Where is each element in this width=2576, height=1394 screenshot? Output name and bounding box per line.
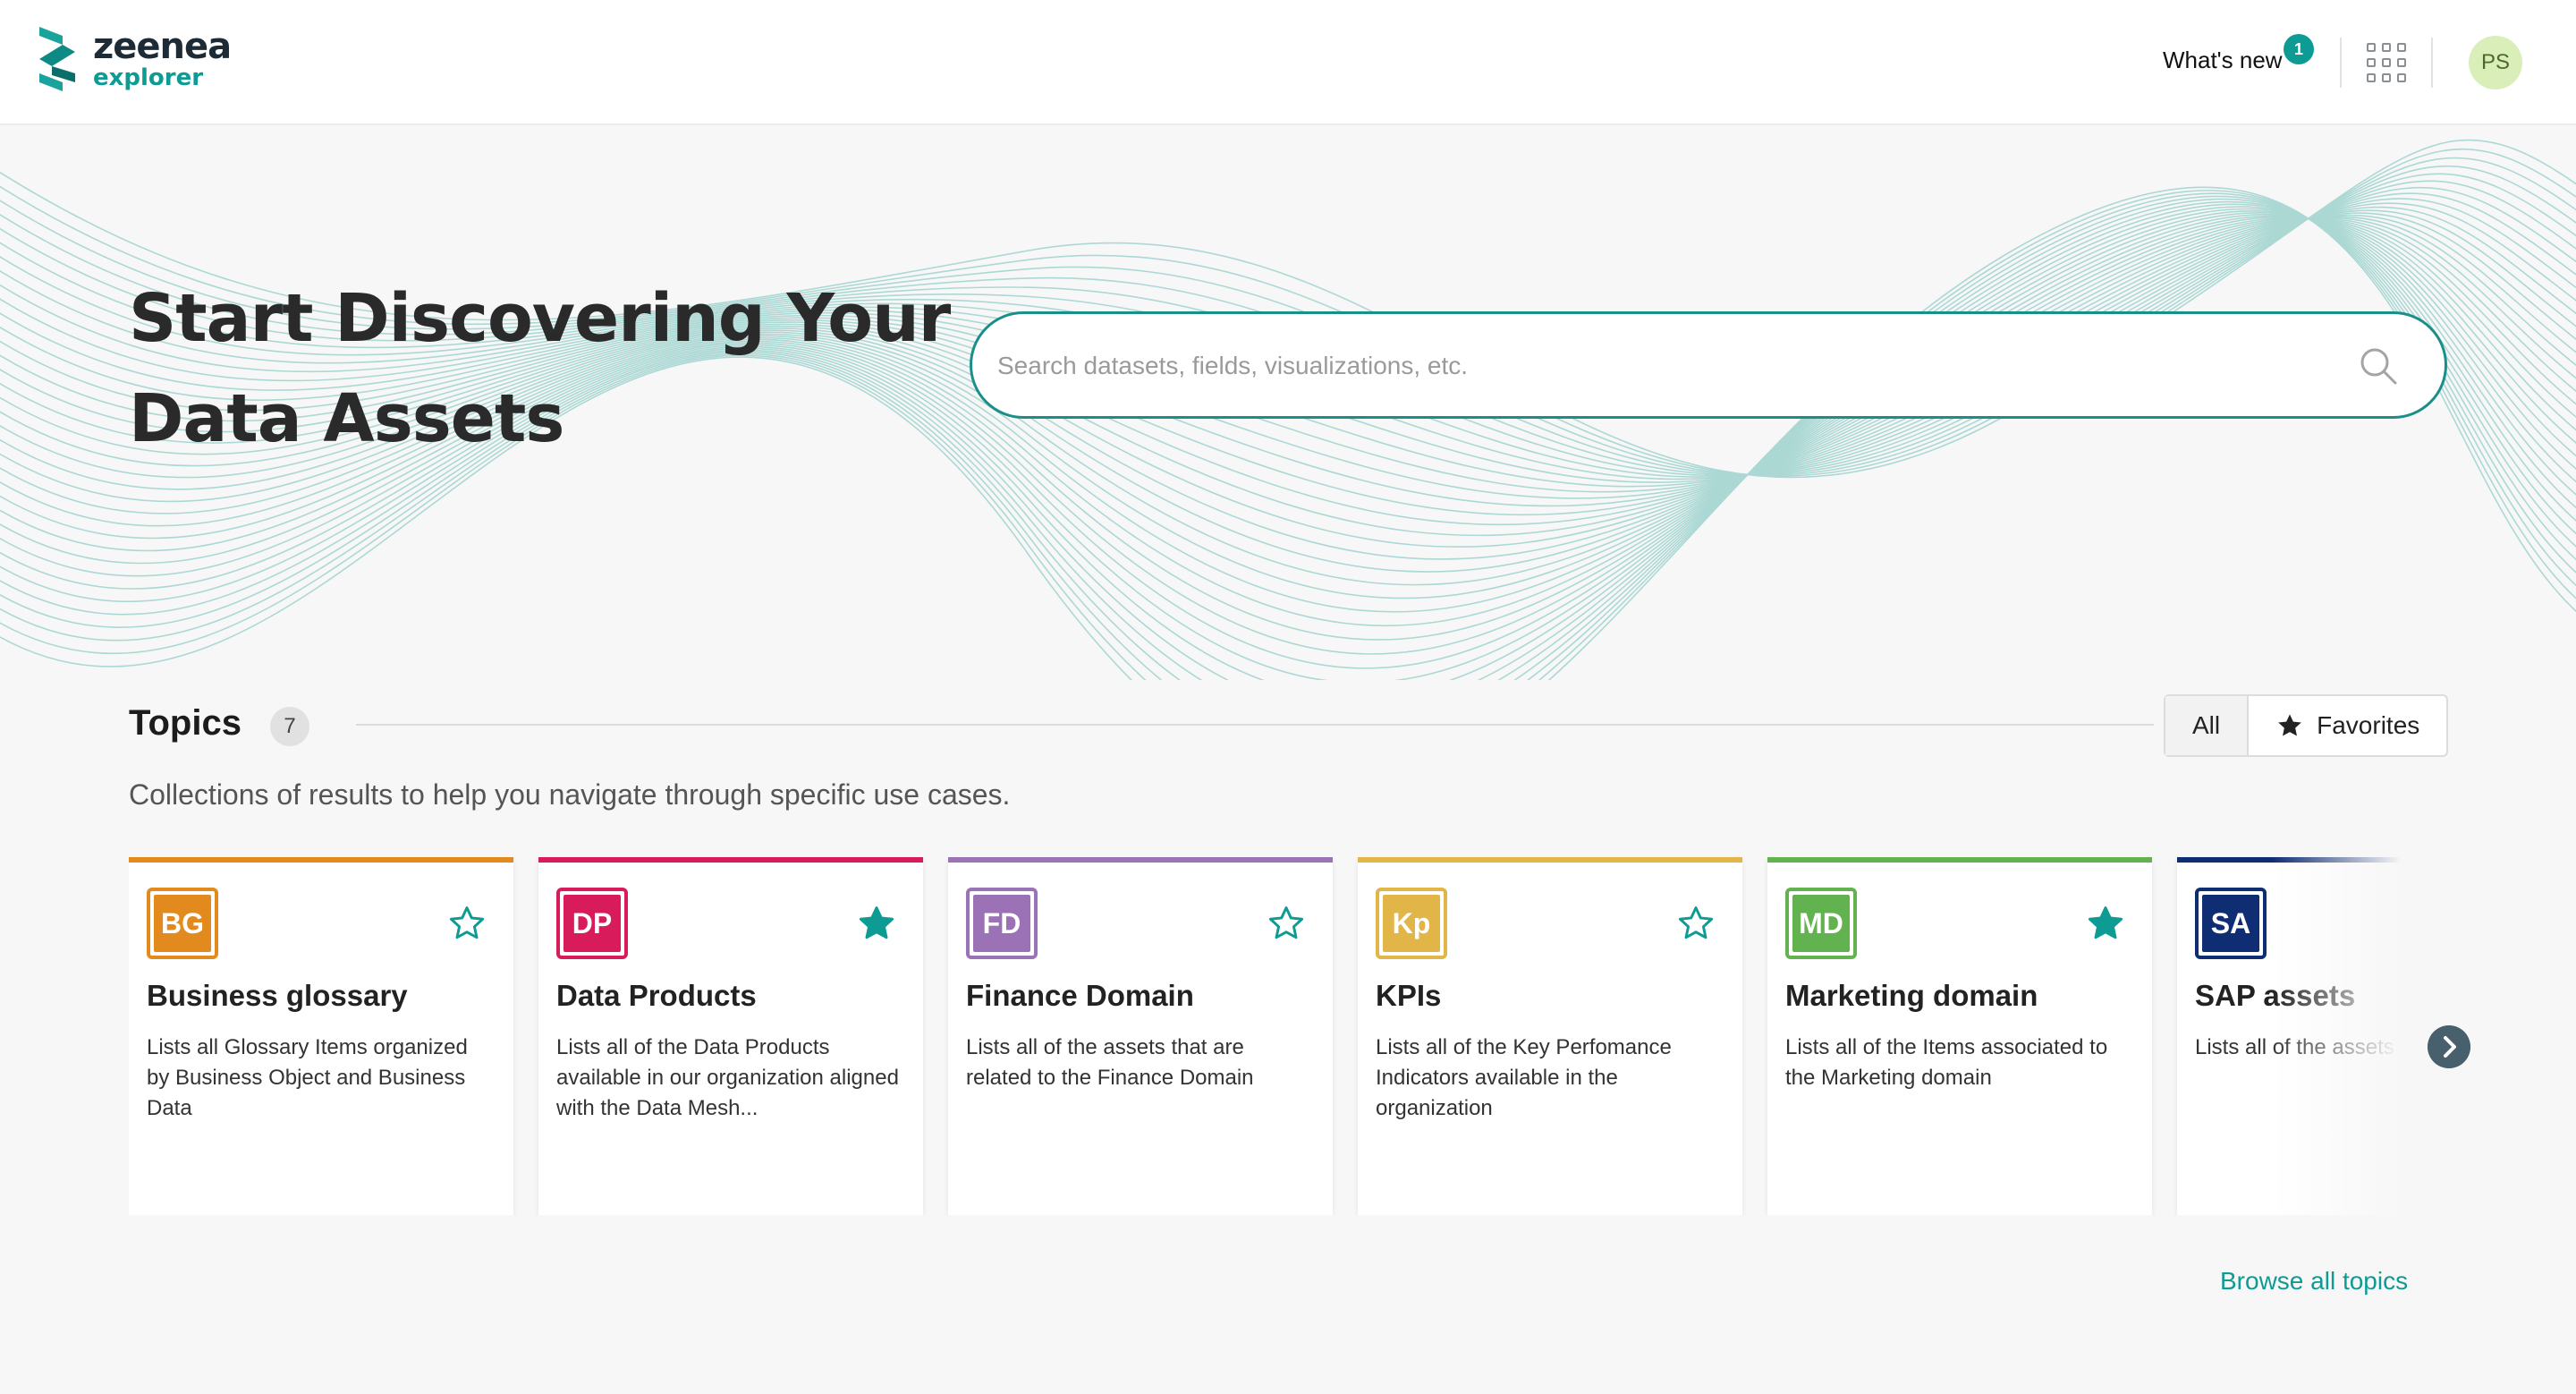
- carousel-next-icon[interactable]: [2428, 1025, 2470, 1068]
- topic-abbr-badge: BG: [147, 888, 218, 959]
- whats-new-badge: 1: [2284, 34, 2314, 64]
- search-input[interactable]: [997, 341, 2357, 391]
- topic-abbr: FD: [973, 895, 1030, 952]
- filter-favorites-button[interactable]: Favorites: [2249, 696, 2446, 755]
- header-divider: [2340, 38, 2342, 88]
- logo-product: explorer: [93, 64, 204, 91]
- topic-description: Lists all of the Key Perfomance Indicato…: [1376, 1035, 1672, 1120]
- logo-text: zeenea explorer: [93, 26, 232, 91]
- star-filled-icon: [2278, 714, 2301, 736]
- topic-card[interactable]: MD Marketing domain Lists all of the Ite…: [1767, 857, 2152, 1215]
- browse-all-topics-link[interactable]: Browse all topics: [2220, 1267, 2408, 1296]
- hero-title-line-2: Data Assets: [129, 380, 564, 457]
- logo-name: zeenea: [93, 26, 232, 67]
- section-divider: [356, 724, 2154, 726]
- topics-description: Collections of results to help you navig…: [129, 778, 1011, 811]
- topic-title: Finance Domain: [966, 979, 1194, 1012]
- hero-title: Start Discovering Your Data Assets: [129, 268, 987, 469]
- topic-abbr-badge: FD: [966, 888, 1038, 959]
- topic-title: Marketing domain: [1785, 979, 2038, 1012]
- search-bar[interactable]: [970, 311, 2447, 419]
- topic-abbr-badge: Kp: [1376, 888, 1447, 959]
- topic-abbr-badge: DP: [556, 888, 628, 959]
- filter-all-button[interactable]: All: [2165, 696, 2250, 755]
- topics-carousel: BG Business glossary Lists all Glossary …: [129, 857, 2422, 1215]
- topic-card[interactable]: DP Data Products Lists all of the Data P…: [538, 857, 923, 1215]
- topic-title: Business glossary: [147, 979, 408, 1012]
- topics-filter: All Favorites: [2164, 694, 2449, 757]
- hero-title-line-1: Start Discovering Your: [129, 280, 951, 357]
- zeenea-logo[interactable]: zeenea explorer: [39, 26, 232, 91]
- user-avatar[interactable]: PS: [2469, 36, 2522, 89]
- topic-title: KPIs: [1376, 979, 1442, 1012]
- topic-card[interactable]: BG Business glossary Lists all Glossary …: [129, 857, 513, 1215]
- star-outline-icon[interactable]: [1676, 904, 1716, 943]
- topics-title: Topics: [129, 703, 242, 743]
- star-filled-icon[interactable]: [857, 904, 896, 943]
- topic-description: Lists all of the assets that are related…: [966, 1035, 1254, 1090]
- topic-abbr: BG: [154, 895, 211, 952]
- star-outline-icon[interactable]: [1267, 904, 1306, 943]
- apps-grid-icon[interactable]: [2367, 43, 2406, 82]
- topic-abbr: DP: [564, 895, 621, 952]
- topic-abbr: SA: [2202, 895, 2259, 952]
- whats-new-link[interactable]: What's new: [2163, 47, 2283, 74]
- header-divider: [2431, 38, 2433, 88]
- topic-abbr-badge: SA: [2195, 888, 2267, 959]
- topic-abbr-badge: MD: [1785, 888, 1857, 959]
- topic-description: Lists all of the Data Products available…: [556, 1035, 899, 1120]
- topics-count-badge: 7: [270, 707, 309, 746]
- topic-title: Data Products: [556, 979, 757, 1012]
- topic-abbr: MD: [1792, 895, 1850, 952]
- top-bar: zeenea explorer What's new 1 PS: [0, 0, 2576, 125]
- search-icon[interactable]: [2359, 346, 2398, 386]
- filter-favorites-label: Favorites: [2317, 711, 2420, 739]
- star-filled-icon[interactable]: [2086, 904, 2125, 943]
- topic-card[interactable]: FD Finance Domain Lists all of the asset…: [948, 857, 1333, 1215]
- zeenea-logo-icon: [39, 27, 75, 91]
- topic-abbr: Kp: [1383, 895, 1440, 952]
- star-outline-icon[interactable]: [447, 904, 487, 943]
- carousel-fade: [2272, 857, 2424, 1215]
- topic-description: Lists all Glossary Items organized by Bu…: [147, 1035, 468, 1120]
- topic-description: Lists all of the Items associated to the…: [1785, 1035, 2108, 1090]
- topic-card[interactable]: Kp KPIs Lists all of the Key Perfomance …: [1358, 857, 1742, 1215]
